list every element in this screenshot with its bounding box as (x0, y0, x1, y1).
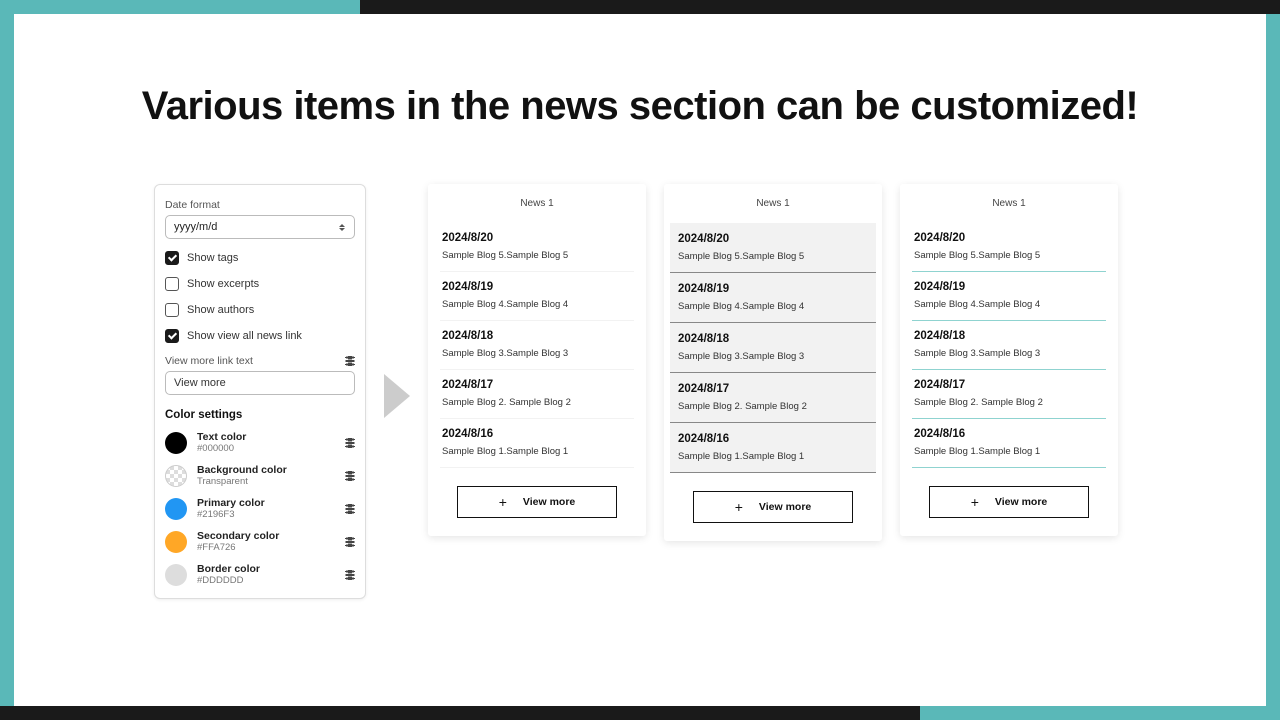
settings-panel: Date format yyyy/m/d Show tags Show exce… (154, 184, 366, 599)
news-item: 2024/8/16Sample Blog 1.Sample Blog 1 (912, 419, 1106, 468)
show-tags-label: Show tags (187, 252, 238, 264)
color-name: Text color (197, 431, 335, 443)
date-format-select[interactable]: yyyy/m/d (165, 215, 355, 239)
view-more-link-input[interactable]: View more (165, 371, 355, 395)
checkbox-icon (165, 329, 179, 343)
arrow-right-icon (384, 374, 410, 418)
color-value: #2196F3 (197, 509, 335, 520)
chevron-updown-icon (338, 224, 346, 231)
news-item: 2024/8/18Sample Blog 3.Sample Blog 3 (440, 321, 634, 370)
color-settings-header: Color settings (165, 409, 355, 421)
color-swatch-icon (165, 465, 187, 487)
news-item: 2024/8/20Sample Blog 5.Sample Blog 5 (670, 223, 876, 273)
database-icon[interactable] (345, 570, 355, 580)
news-item: 2024/8/18Sample Blog 3.Sample Blog 3 (912, 321, 1106, 370)
show-view-all-row[interactable]: Show view all news link (165, 329, 355, 343)
show-view-all-label: Show view all news link (187, 330, 302, 342)
preview-card-c: News 1 2024/8/20Sample Blog 5.Sample Blo… (900, 184, 1118, 536)
news-item: 2024/8/16Sample Blog 1.Sample Blog 1 (670, 423, 876, 473)
plus-icon: + (499, 497, 507, 507)
view-more-label: View more (995, 496, 1047, 508)
preview-title: News 1 (440, 198, 634, 209)
color-border-row[interactable]: Border color #DDDDDD (165, 563, 355, 586)
preview-title: News 1 (670, 198, 876, 209)
news-item: 2024/8/17Sample Blog 2. Sample Blog 2 (912, 370, 1106, 419)
preview-title: News 1 (912, 198, 1106, 209)
content-row: Date format yyyy/m/d Show tags Show exce… (154, 184, 1126, 626)
color-swatch-icon (165, 531, 187, 553)
color-secondary-row[interactable]: Secondary color #FFA726 (165, 530, 355, 553)
news-item: 2024/8/16Sample Blog 1.Sample Blog 1 (440, 419, 634, 468)
color-value: #FFA726 (197, 542, 335, 553)
news-item: 2024/8/20Sample Blog 5.Sample Blog 5 (912, 223, 1106, 272)
database-icon[interactable] (345, 356, 355, 366)
headline: Various items in the news section can be… (14, 84, 1266, 129)
color-name: Primary color (197, 497, 335, 509)
checkbox-icon (165, 251, 179, 265)
date-format-label: Date format (165, 199, 355, 211)
view-more-button[interactable]: + View more (929, 486, 1089, 518)
color-swatch-icon (165, 498, 187, 520)
checkbox-icon (165, 277, 179, 291)
color-name: Border color (197, 563, 335, 575)
view-more-link-label: View more link text (165, 355, 253, 367)
view-more-button[interactable]: + View more (693, 491, 853, 523)
color-swatch-icon (165, 564, 187, 586)
news-item: 2024/8/19Sample Blog 4.Sample Blog 4 (440, 272, 634, 321)
plus-icon: + (735, 502, 743, 512)
database-icon[interactable] (345, 504, 355, 514)
database-icon[interactable] (345, 438, 355, 448)
view-more-label: View more (759, 501, 811, 513)
checkbox-icon (165, 303, 179, 317)
show-excerpts-row[interactable]: Show excerpts (165, 277, 355, 291)
show-authors-label: Show authors (187, 304, 254, 316)
color-name: Background color (197, 464, 335, 476)
color-name: Secondary color (197, 530, 335, 542)
database-icon[interactable] (345, 471, 355, 481)
plus-icon: + (971, 497, 979, 507)
color-swatch-icon (165, 432, 187, 454)
decoration-bar-top (360, 0, 1280, 14)
color-value: Transparent (197, 476, 335, 487)
color-text-row[interactable]: Text color #000000 (165, 431, 355, 454)
show-tags-row[interactable]: Show tags (165, 251, 355, 265)
color-primary-row[interactable]: Primary color #2196F3 (165, 497, 355, 520)
news-item: 2024/8/20Sample Blog 5.Sample Blog 5 (440, 223, 634, 272)
preview-card-b: News 1 2024/8/20Sample Blog 5.Sample Blo… (664, 184, 882, 541)
database-icon[interactable] (345, 537, 355, 547)
color-bg-row[interactable]: Background color Transparent (165, 464, 355, 487)
view-more-link-value: View more (174, 377, 226, 389)
show-authors-row[interactable]: Show authors (165, 303, 355, 317)
view-more-label: View more (523, 496, 575, 508)
news-item: 2024/8/18Sample Blog 3.Sample Blog 3 (670, 323, 876, 373)
show-excerpts-label: Show excerpts (187, 278, 259, 290)
decoration-bar-bottom (0, 706, 920, 720)
date-format-value: yyyy/m/d (174, 221, 217, 233)
news-item: 2024/8/19Sample Blog 4.Sample Blog 4 (670, 273, 876, 323)
news-item: 2024/8/17Sample Blog 2. Sample Blog 2 (670, 373, 876, 423)
preview-card-a: News 1 2024/8/20Sample Blog 5.Sample Blo… (428, 184, 646, 536)
view-more-button[interactable]: + View more (457, 486, 617, 518)
color-value: #DDDDDD (197, 575, 335, 586)
news-item: 2024/8/19Sample Blog 4.Sample Blog 4 (912, 272, 1106, 321)
color-value: #000000 (197, 443, 335, 454)
news-item: 2024/8/17Sample Blog 2. Sample Blog 2 (440, 370, 634, 419)
main-panel: Various items in the news section can be… (14, 14, 1266, 706)
